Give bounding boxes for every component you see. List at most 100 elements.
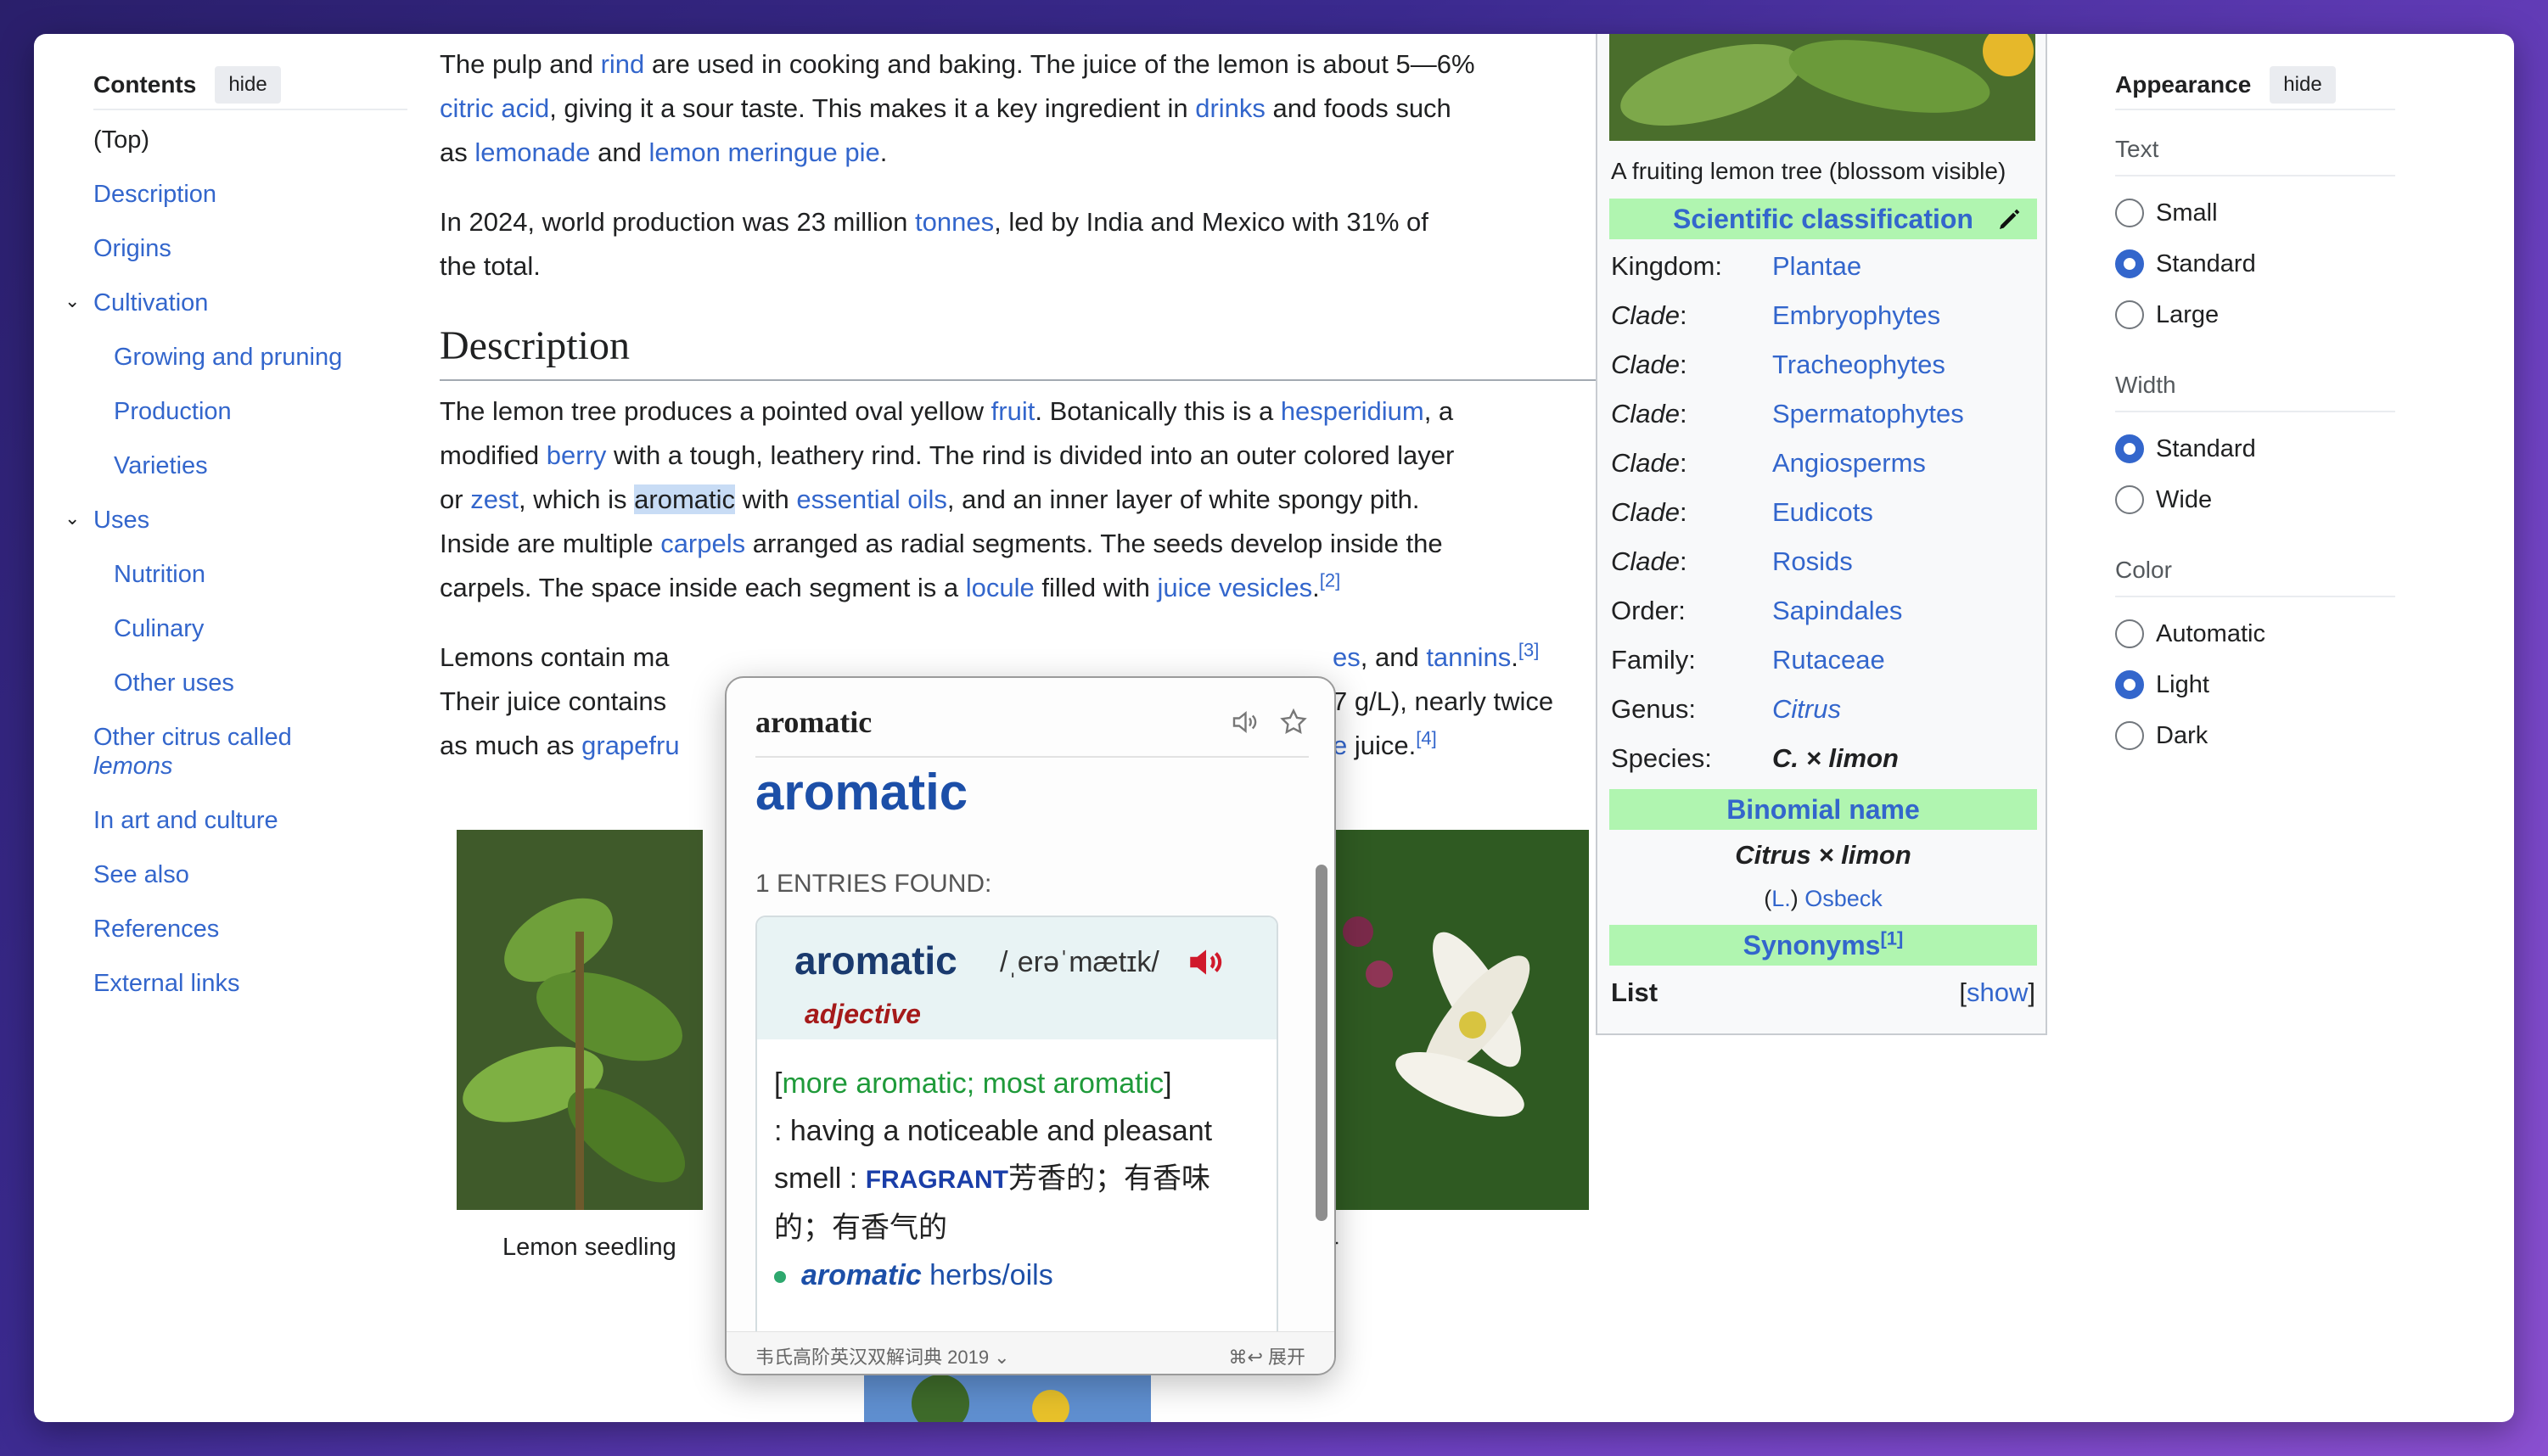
edit-pencil-icon[interactable] — [1996, 205, 2023, 232]
definition-line: : having a noticeable and pleasant — [774, 1115, 1213, 1147]
radio-button-selected[interactable] — [2115, 249, 2144, 278]
taxon-value[interactable]: Tracheophytes — [1772, 348, 1945, 382]
toc-item-top[interactable]: (Top) — [93, 126, 407, 154]
radio-color-light[interactable]: Light — [2115, 670, 2395, 699]
link-juice-vesicles[interactable]: juice vesicles — [1158, 573, 1313, 602]
taxon-value[interactable]: Eudicots — [1772, 496, 1873, 529]
radio-button[interactable] — [2115, 300, 2144, 329]
link-osbeck[interactable]: Osbeck — [1804, 886, 1883, 911]
binomial-name-header[interactable]: Binomial name — [1609, 789, 2037, 830]
lemon-seedling-image[interactable] — [457, 830, 703, 1210]
taxon-value[interactable]: Angiosperms — [1772, 446, 1926, 480]
taxon-value[interactable]: Citrus — [1772, 692, 1841, 726]
toc-item-other-citrus-a[interactable]: Other citrus called — [93, 724, 292, 751]
link-es[interactable]: es — [1333, 642, 1361, 672]
appearance-hide-button[interactable]: hide — [2270, 66, 2336, 104]
star-icon[interactable] — [1278, 707, 1309, 737]
link-tonnes[interactable]: tonnes — [915, 207, 994, 237]
radio-button[interactable] — [2115, 721, 2144, 750]
toc-item-see-also[interactable]: See also — [93, 860, 407, 889]
radio-button-selected[interactable] — [2115, 434, 2144, 463]
taxon-value[interactable]: Plantae — [1772, 249, 1861, 283]
toc-item-growing[interactable]: Growing and pruning — [93, 343, 407, 372]
radio-text-standard[interactable]: Standard — [2115, 249, 2395, 278]
radio-width-wide[interactable]: Wide — [2115, 485, 2395, 514]
toc-item-culinary[interactable]: Culinary — [93, 614, 407, 643]
radio-button[interactable] — [2115, 199, 2144, 227]
reference-4[interactable]: [4] — [1416, 728, 1436, 749]
text-size-label: Text — [2115, 136, 2395, 176]
radio-button[interactable] — [2115, 485, 2144, 514]
link-tannins[interactable]: tannins — [1426, 642, 1511, 672]
toc-hide-button[interactable]: hide — [215, 66, 281, 104]
radio-button[interactable] — [2115, 619, 2144, 648]
taxon-value[interactable]: Rosids — [1772, 545, 1853, 579]
link-lemon-meringue-pie[interactable]: lemon meringue pie — [648, 137, 879, 167]
radio-width-standard[interactable]: Standard — [2115, 434, 2395, 463]
toc-item-art[interactable]: In art and culture — [93, 806, 407, 835]
toc-item-external-links[interactable]: External links — [93, 969, 407, 998]
pronunciation-speaker-icon[interactable] — [1185, 941, 1227, 983]
toc-item-production[interactable]: Production — [93, 397, 407, 426]
line: Their juice contains — [440, 680, 666, 724]
link-citric-acid[interactable]: citric acid — [440, 93, 549, 123]
toc-item-cultivation-label[interactable]: Cultivation — [93, 289, 208, 316]
radio-color-automatic[interactable]: Automatic — [2115, 619, 2395, 648]
expand-shortcut[interactable]: ⌘↩ 展开 — [1228, 1342, 1305, 1369]
radio-color-dark[interactable]: Dark — [2115, 721, 2395, 750]
chevron-down-icon[interactable]: ⌄ — [65, 287, 80, 316]
link-hesperidium[interactable]: hesperidium — [1281, 396, 1424, 426]
taxon-value[interactable]: Rutaceae — [1772, 643, 1885, 677]
link-essential-oils[interactable]: essential oils — [796, 484, 946, 514]
reference-1[interactable]: [1] — [1880, 927, 1903, 949]
link-fruit[interactable]: fruit — [991, 396, 1035, 426]
link-rind[interactable]: rind — [601, 49, 645, 79]
taxon-value[interactable]: Spermatophytes — [1772, 397, 1964, 431]
toc-item-cultivation[interactable]: ⌄ Cultivation — [65, 288, 407, 317]
toc-item-varieties[interactable]: Varieties — [93, 451, 407, 480]
selected-word-highlight[interactable]: aromatic — [634, 484, 736, 514]
radio-text-large[interactable]: Large — [2115, 300, 2395, 329]
toc-item-references[interactable]: References — [93, 915, 407, 944]
popup-header-icons — [1229, 707, 1309, 737]
radio-text-small[interactable]: Small — [2115, 199, 2395, 227]
link-carpels[interactable]: carpels — [660, 529, 745, 558]
show-toggle[interactable]: [show] — [1959, 976, 2035, 1010]
toc-item-uses[interactable]: ⌄ Uses — [65, 506, 407, 535]
dictionary-popup[interactable]: aromatic aromatic 1 ENTRIES FOUND: aroma… — [725, 676, 1336, 1375]
link-drinks[interactable]: drinks — [1195, 93, 1266, 123]
toc-item-origins[interactable]: Origins — [93, 234, 407, 263]
popup-scrollbar[interactable] — [1314, 780, 1329, 1289]
link-linnaeus[interactable]: L. — [1771, 886, 1791, 911]
scientific-classification-label[interactable]: Scientific classification — [1673, 204, 1973, 234]
toc-item-uses-label[interactable]: Uses — [93, 507, 149, 534]
lemon-flower-image[interactable] — [1333, 830, 1589, 1210]
reference-2[interactable]: [2] — [1320, 570, 1340, 591]
taxon-value[interactable]: Sapindales — [1772, 594, 1902, 628]
link-lemonade[interactable]: lemonade — [474, 137, 590, 167]
show-link[interactable]: show — [1967, 977, 2028, 1007]
text: smell : — [774, 1162, 866, 1195]
link-locule[interactable]: locule — [966, 573, 1035, 602]
link-berry[interactable]: berry — [547, 440, 607, 470]
link-zest[interactable]: zest — [470, 484, 519, 514]
synonym-link[interactable]: FRAGRANT — [866, 1166, 1008, 1194]
lemon-tree-image[interactable] — [1609, 34, 2035, 141]
taxon-value[interactable]: Embryophytes — [1772, 299, 1940, 333]
chevron-down-icon[interactable]: ⌄ — [65, 504, 80, 533]
dictionary-source-selector[interactable]: 韦氏高阶英汉双解词典 2019 ⌄ — [755, 1342, 1010, 1369]
toc-item-other-citrus-b[interactable]: lemons — [93, 753, 173, 780]
reference-3[interactable]: [3] — [1518, 640, 1539, 661]
text: , and — [1360, 642, 1427, 672]
toc-item-description[interactable]: Description — [93, 180, 407, 209]
colon: : — [1680, 350, 1687, 379]
toc-item-nutrition[interactable]: Nutrition — [93, 560, 407, 589]
link-grapefruit[interactable]: grapefru — [581, 731, 679, 760]
synonyms-label[interactable]: Synonyms — [1743, 930, 1881, 960]
speaker-icon[interactable] — [1229, 707, 1260, 737]
scrollbar-thumb[interactable] — [1316, 865, 1327, 1221]
lemon-tree-image-partial[interactable] — [864, 1375, 1151, 1422]
radio-button-selected[interactable] — [2115, 670, 2144, 699]
toc-item-other-citrus[interactable]: Other citrus called lemons — [93, 723, 407, 781]
toc-item-other-uses[interactable]: Other uses — [93, 669, 407, 697]
